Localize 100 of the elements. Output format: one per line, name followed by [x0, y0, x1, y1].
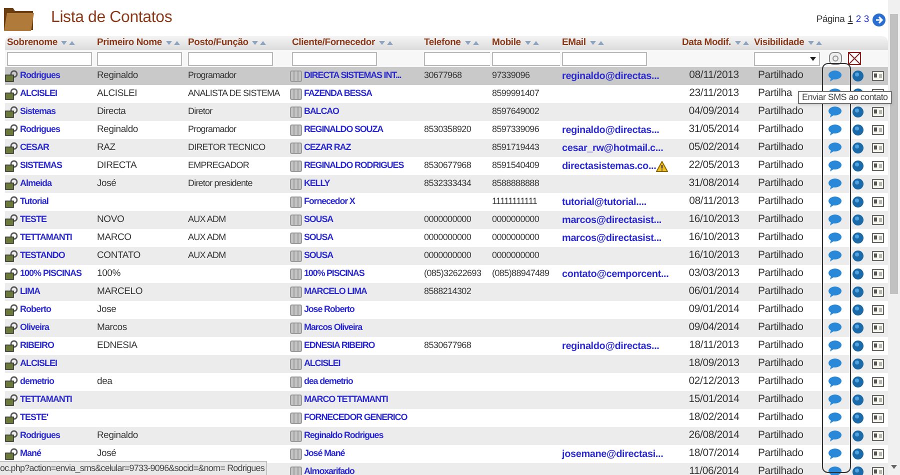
table-cell-text: Partilhado — [758, 194, 804, 210]
table-cell-text: 22/05/2013 — [688, 158, 740, 174]
table-cell-text: Partilhado — [758, 302, 804, 318]
table-cell-text: 8530677968 — [424, 159, 472, 172]
table-cell-text: 8591719443 — [492, 141, 540, 154]
table-cell: 11/06/2014 — [689, 464, 739, 475]
table-cell-text: 31/08/2014 — [688, 176, 740, 192]
table-cell-text: Marcos — [97, 320, 127, 335]
table-cell-text: Reginaldo — [97, 428, 138, 443]
table-cell-text: Partilhado — [758, 392, 804, 408]
table-cell-text: Diretor presidente — [188, 177, 252, 190]
table-cell-text: Partilhado — [758, 140, 804, 156]
table-cell-text: Partilha — [758, 86, 792, 102]
table-cell-text: Partilhado — [758, 356, 804, 372]
table-cell-text: 18/02/2014 — [688, 410, 740, 426]
table-cell-text: ANALISTA DE SISTEMA — [188, 87, 280, 100]
table-cell-text: 18/07/2014 — [688, 446, 740, 462]
table-cell-text: José — [97, 446, 116, 461]
table-cell-text: Partilhado — [758, 428, 804, 444]
tooltip: Enviar SMS ao contato — [798, 91, 892, 104]
table-cell-text: AUX ADM — [188, 249, 226, 262]
link-status-tooltip: oc.php?action=envia_sms&celular=9733-9096&socid=&nom= Rodrigues — [0, 461, 266, 475]
table-cell-text: 8532333434 — [424, 177, 472, 190]
table-cell-text: (085)88947489 — [492, 267, 550, 280]
table-cell-text: Diretor — [188, 105, 212, 118]
table-cell-text: dea — [97, 374, 112, 389]
table-cell-text: 8530358920 — [424, 123, 472, 136]
table-cell-text: DIRETOR TECNICO — [188, 141, 266, 154]
table-cell-text: 0000000000 — [424, 213, 472, 226]
table-cell-text: 16/10/2013 — [688, 248, 740, 264]
table-cell-text: Directa — [97, 104, 126, 119]
table-cell-text: 09/01/2014 — [688, 302, 740, 318]
table-cell-text: 03/03/2013 — [688, 266, 740, 282]
table-cell-text: 0000000000 — [492, 249, 540, 262]
table-cell-text: MARCO — [97, 230, 132, 245]
table-cell-text: Partilhado — [758, 374, 804, 390]
table-cell-text: 18/11/2013 — [689, 338, 739, 354]
table-cell-text: José — [97, 176, 116, 191]
table-cell-text: 8530677968 — [424, 339, 472, 352]
table-cell-text: 11111111111 — [492, 195, 538, 208]
table-cell-text: 06/01/2014 — [688, 284, 740, 300]
table-cell-text: ALCISLEI — [97, 86, 138, 101]
table-cell-text: 02/12/2013 — [688, 374, 740, 390]
table-cell-text: 8591540409 — [492, 159, 540, 172]
table-cell-text: (085)32622693 — [424, 267, 482, 280]
table-cell-text: Partilhado — [758, 104, 804, 120]
table-cell-text: Partilhado — [758, 68, 804, 84]
table-cell-text: RAZ — [97, 140, 116, 155]
table-cell-text: CONTATO — [97, 248, 140, 263]
table-cell-text: EDNESIA — [97, 338, 138, 353]
table-cell-text: 18/09/2013 — [688, 356, 740, 372]
pagination-label: Página — [816, 12, 845, 27]
table-cell-text: 0000000000 — [492, 231, 540, 244]
table-cell-text: Partilhado — [758, 320, 804, 336]
table-cell-text: Partilhado — [758, 266, 804, 282]
table-cell-text: Programador — [188, 123, 236, 136]
table-cell-text: AUX ADM — [188, 213, 226, 226]
table-cell-text: Partilhado — [758, 338, 804, 354]
table-cell-text: Reginaldo — [97, 68, 138, 83]
table-cell-text: 26/08/2014 — [688, 428, 740, 444]
table-cell-text: Partilhado — [758, 212, 804, 228]
table-cell-text: EMPREGADOR — [188, 159, 250, 172]
table-cell-text: 8597339096 — [492, 123, 540, 136]
table-cell-text: 97339096 — [492, 69, 530, 82]
table-cell-text: 30677968 — [424, 69, 462, 82]
table-cell-text: 0000000000 — [424, 231, 472, 244]
table-cell-text: 15/01/2014 — [688, 392, 740, 408]
table-cell-text: Reginaldo — [97, 122, 138, 137]
table-cell-text: Partilhado — [758, 410, 804, 426]
table-cell-text: 0000000000 — [492, 213, 540, 226]
table-cell-text: Partilhado — [758, 158, 804, 174]
table-cell-text: Partilhado — [758, 122, 804, 138]
table-cell-text: 100% — [97, 266, 120, 281]
table-cell-text: AUX ADM — [188, 231, 226, 244]
page-title: Lista de Contatos — [51, 8, 172, 28]
table-cell-text: Partilhado — [758, 284, 804, 300]
table-cell-text: 8599991407 — [492, 87, 540, 100]
table-cell-text: 8588214302 — [424, 285, 472, 298]
table-cell-text: Programador — [188, 69, 236, 82]
table-cell-text: Partilhado — [758, 446, 804, 462]
table-cell-text: 08/11/2013 — [689, 68, 739, 84]
table-cell-text: Partilhado — [758, 230, 804, 246]
table-cell-text: 04/09/2014 — [688, 104, 740, 120]
table-cell-text: 8597649002 — [492, 105, 540, 118]
table-cell-text: 8588888888 — [492, 177, 540, 190]
table-cell-text: Jose — [97, 302, 116, 317]
table-cell-text: Partilhado — [758, 176, 804, 192]
table-cell-text: Partilhado — [758, 248, 804, 264]
table-cell-text: 09/04/2014 — [688, 320, 740, 336]
table-cell-text: 16/10/2013 — [688, 230, 740, 246]
table-cell-text: 31/05/2014 — [688, 122, 740, 138]
table-cell-text: 05/02/2014 — [688, 140, 740, 156]
table-cell-text: 08/11/2013 — [689, 194, 739, 210]
table-cell: Partilhado — [758, 464, 804, 475]
table-cell-text: 0000000000 — [424, 249, 472, 262]
table-cell-text: NOVO — [97, 212, 124, 227]
table-cell-text: MARCELO — [97, 284, 143, 299]
table-cell-text: DIRECTA — [97, 158, 137, 173]
table-cell-text: 23/11/2013 — [689, 86, 739, 102]
table-cell-text: 16/10/2013 — [688, 212, 740, 228]
